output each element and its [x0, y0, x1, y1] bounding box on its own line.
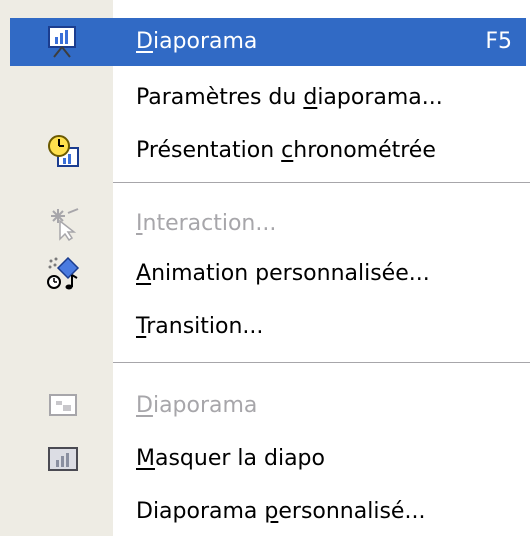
menu-item-label: Animation personnalisée... [136, 261, 430, 286]
menu-item-animation-personnalisee[interactable]: Animation personnalisée... [0, 250, 530, 298]
slideshow-menu: Diaporama F5 Paramètres du diaporama... … [0, 0, 530, 536]
menu-item-diaporama-personnalise[interactable]: Diaporama personnalisé... [0, 488, 530, 536]
menu-item-presentation-chronometree[interactable]: Présentation chronométrée [0, 127, 530, 175]
menu-item-diaporama[interactable]: Diaporama F5 [10, 18, 526, 66]
menu-item-label: Interaction... [136, 211, 277, 236]
hide-slide-icon [46, 442, 80, 476]
menu-item-transition[interactable]: Transition... [0, 303, 530, 351]
menu-item-label: Diaporama [136, 393, 258, 418]
menu-item-masquer-diapo[interactable]: Masquer la diapo [0, 435, 530, 483]
menu-item-label: Transition... [136, 314, 264, 339]
menu-item-label: Présentation chronométrée [136, 138, 436, 163]
action-settings-icon [46, 207, 80, 242]
menu-separator [113, 362, 530, 364]
menu-item-label: Diaporama personnalisé... [136, 499, 426, 524]
menu-item-label: Paramètres du diaporama... [136, 85, 443, 110]
menu-item-label: Diaporama [136, 29, 258, 54]
menu-item-interaction: Interaction... [0, 200, 530, 248]
custom-animation-icon [46, 256, 80, 291]
menu-item-label: Masquer la diapo [136, 446, 325, 471]
slideshow-disabled-icon [46, 389, 80, 423]
rehearse-timings-clock-icon [46, 134, 80, 168]
slideshow-icon [46, 25, 80, 59]
menu-separator [113, 182, 530, 184]
menu-item-parametres-diaporama[interactable]: Paramètres du diaporama... [0, 74, 530, 122]
menu-item-diaporama-disabled: Diaporama [0, 382, 530, 430]
menu-item-shortcut: F5 [485, 29, 512, 54]
